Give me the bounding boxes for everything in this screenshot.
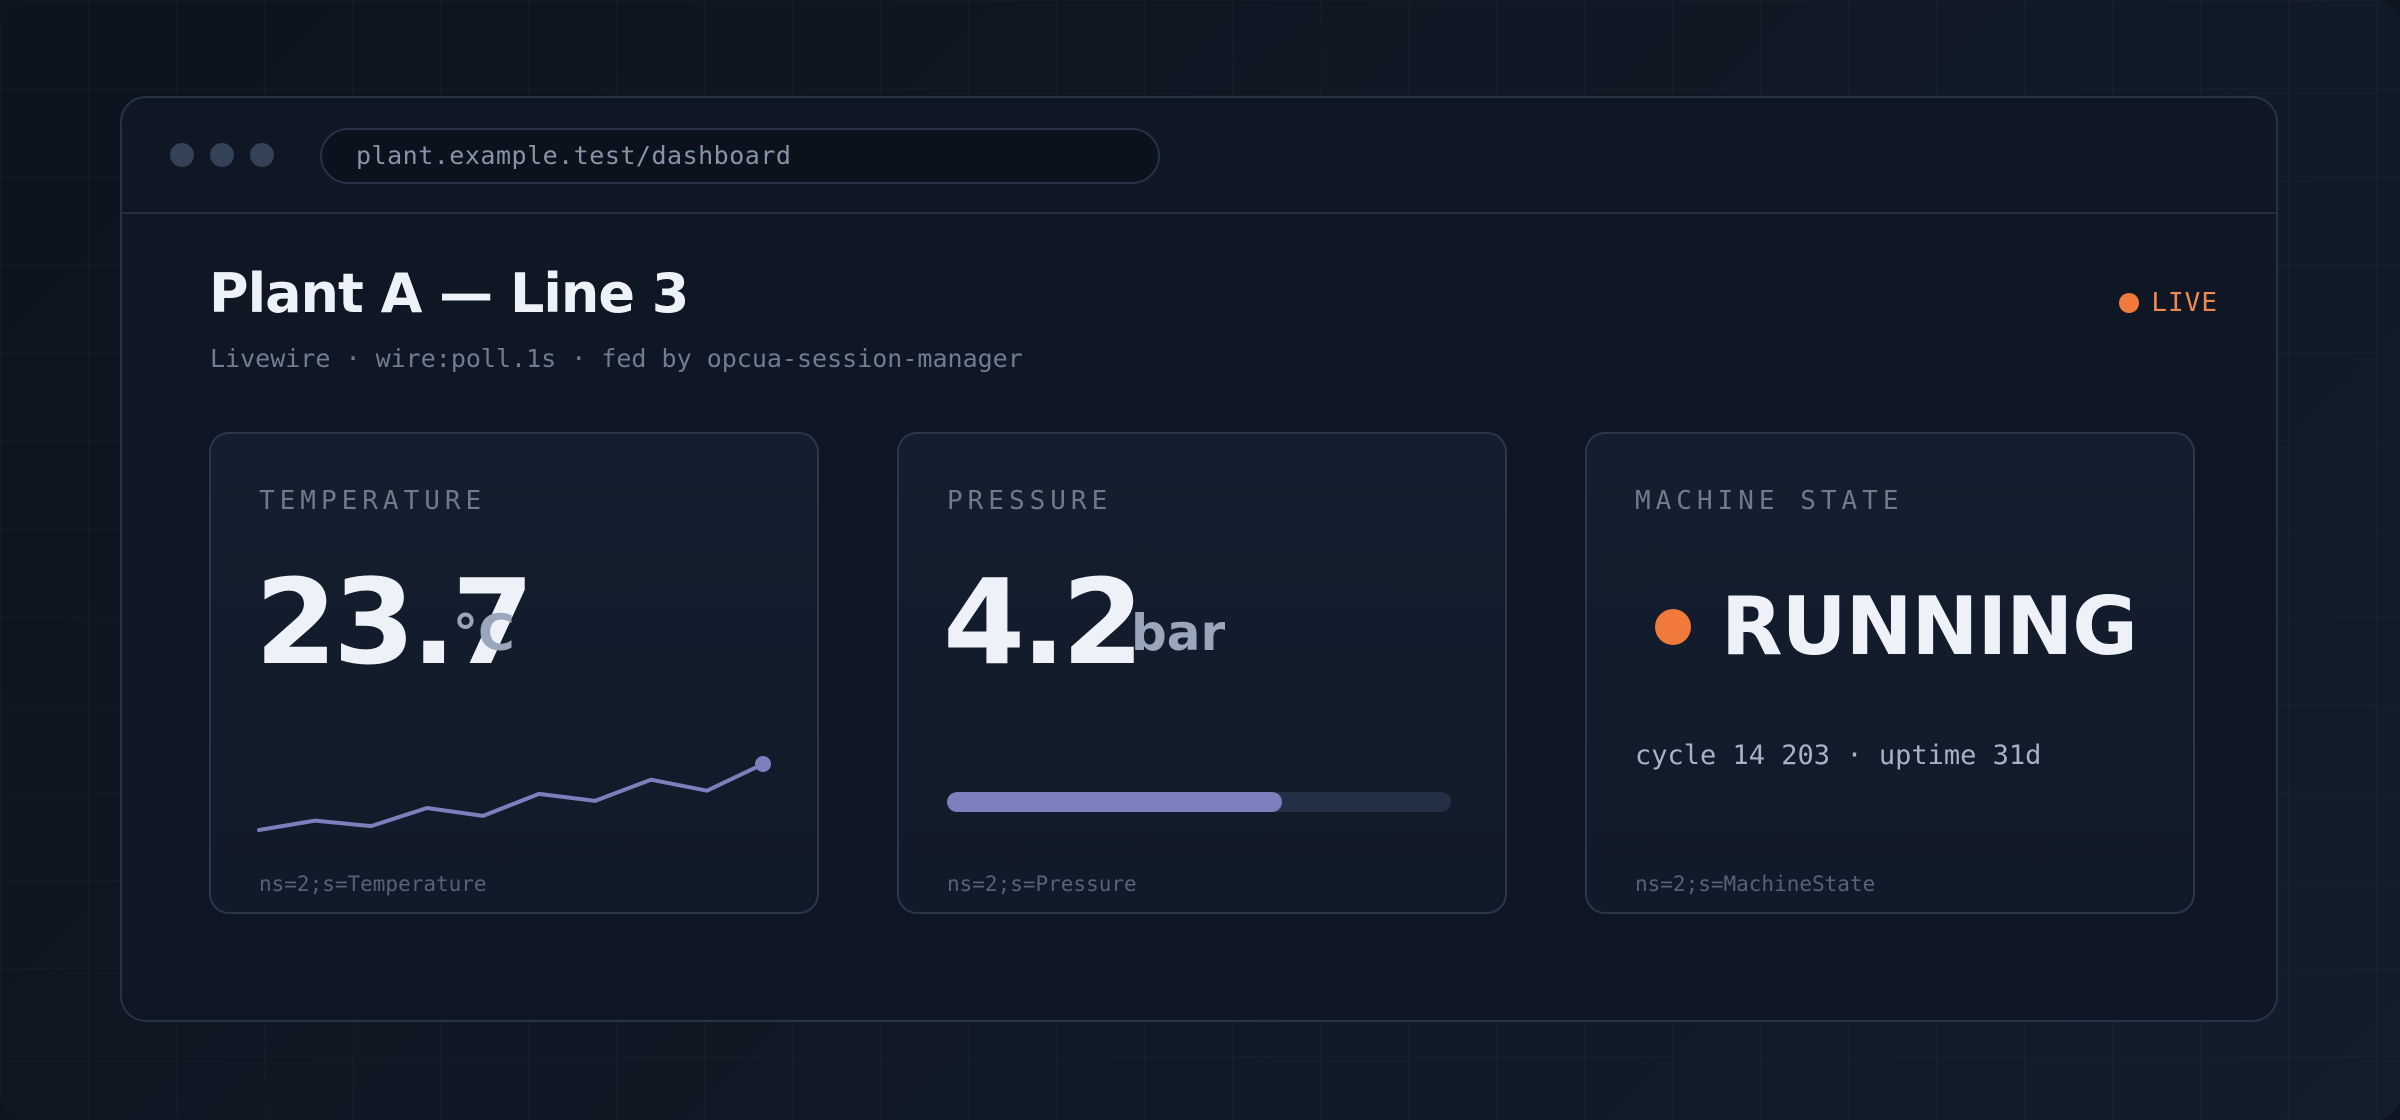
machine-state-label: MACHINE STATE — [1635, 486, 1904, 516]
window-minimize-dot[interactable] — [210, 143, 234, 167]
pressure-gauge-track — [947, 792, 1451, 812]
machine-state-node-id: ns=2;s=MachineState — [1635, 872, 1876, 896]
temperature-trend-line — [257, 762, 765, 832]
machine-state-meta: cycle 14 203 · uptime 31d — [1635, 740, 2042, 771]
temperature-sparkline — [257, 756, 771, 832]
temperature-card: TEMPERATURE 23.7 °C ns=2;s=Temperature — [209, 432, 819, 914]
address-bar-url: plant.example.test/dashboard — [356, 141, 792, 170]
temperature-node-id: ns=2;s=Temperature — [259, 872, 487, 896]
screenshot-stage: plant.example.test/dashboard Plant A — L… — [0, 0, 2400, 1120]
address-bar[interactable]: plant.example.test/dashboard — [320, 128, 1160, 184]
page-subtitle: Livewire · wire:poll.1s · fed by opcua-s… — [210, 344, 1023, 373]
machine-state-dot — [1655, 609, 1691, 645]
pressure-card: PRESSURE 4.2 bar ns=2;s=Pressure — [897, 432, 1507, 914]
pressure-label: PRESSURE — [947, 486, 1113, 516]
temperature-label: TEMPERATURE — [259, 486, 487, 516]
machine-state-status: RUNNING — [1655, 580, 2138, 673]
window-close-dot[interactable] — [170, 143, 194, 167]
pressure-gauge-fill — [947, 792, 1283, 812]
pressure-unit: bar — [1131, 604, 1226, 662]
live-status-dot — [2119, 293, 2140, 313]
machine-state-card: MACHINE STATE RUNNING cycle 14 203 · upt… — [1585, 432, 2195, 914]
pressure-node-id: ns=2;s=Pressure — [947, 872, 1137, 896]
browser-toolbar: plant.example.test/dashboard — [122, 98, 2276, 214]
window-maximize-dot[interactable] — [250, 143, 274, 167]
pressure-value: 4.2 — [943, 553, 1144, 691]
browser-window: plant.example.test/dashboard Plant A — L… — [120, 96, 2278, 1022]
temperature-unit: °C — [453, 604, 515, 662]
machine-state-value: RUNNING — [1721, 580, 2138, 673]
live-indicator: LIVE — [2119, 288, 2218, 318]
temperature-trend-latest-point — [755, 756, 771, 772]
page-title: Plant A — Line 3 — [209, 262, 689, 325]
live-label: LIVE — [2151, 288, 2218, 318]
